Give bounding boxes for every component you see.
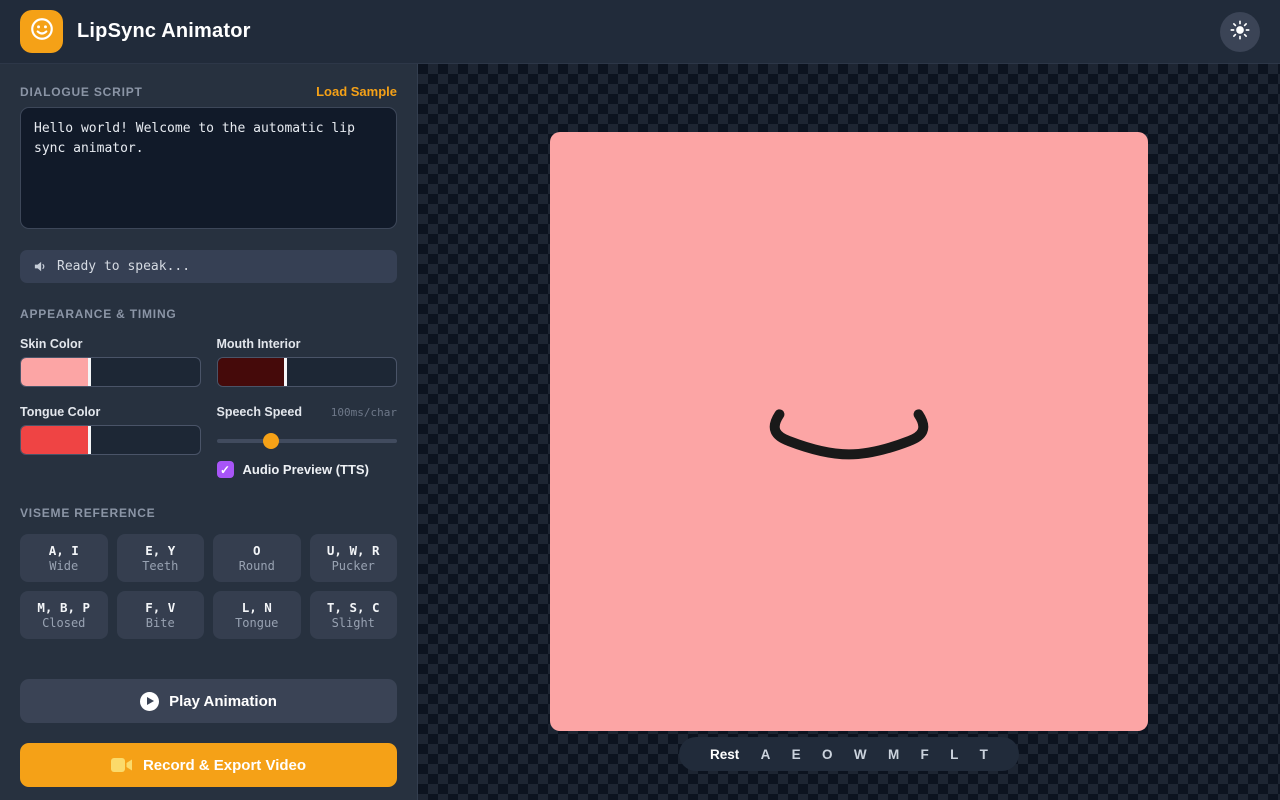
viseme-keys: L, N <box>242 600 272 615</box>
viseme-reference-grid: A, I Wide E, Y Teeth O Round U, W, R Puc… <box>20 534 397 639</box>
audio-preview-label: Audio Preview (TTS) <box>243 462 369 477</box>
face-canvas <box>550 132 1148 731</box>
speech-status-text: Ready to speak... <box>57 259 190 274</box>
skin-color-label: Skin Color <box>20 337 201 351</box>
speaker-icon <box>33 259 48 274</box>
audio-preview-toggle[interactable]: ✓ Audio Preview (TTS) <box>217 461 398 478</box>
mouth-interior-field: Mouth Interior <box>217 337 398 387</box>
swatch-divider <box>88 426 91 454</box>
viseme-name: Tongue <box>235 616 278 630</box>
theme-toggle-button[interactable] <box>1220 12 1260 52</box>
viseme-card-pucker[interactable]: U, W, R Pucker <box>310 534 398 582</box>
speech-status-bar: Ready to speak... <box>20 250 397 283</box>
appearance-section-title: APPEARANCE & TIMING <box>20 307 177 321</box>
app-header: LipSync Animator <box>0 0 1280 64</box>
skin-color-input[interactable] <box>20 357 201 387</box>
dialogue-section-title: DIALOGUE SCRIPT <box>20 85 143 99</box>
skin-color-field: Skin Color <box>20 337 201 387</box>
play-button-label: Play Animation <box>169 693 277 710</box>
speech-speed-field: Speech Speed 100ms/char ✓ Audio Preview … <box>217 405 398 478</box>
viseme-keys: M, B, P <box>37 600 90 615</box>
viseme-section-title: VISEME REFERENCE <box>20 506 156 520</box>
skin-color-swatch <box>21 358 88 386</box>
load-sample-button[interactable]: Load Sample <box>316 84 397 99</box>
mouth-rest-shape <box>763 401 935 462</box>
viseme-bar-item-l[interactable]: L <box>950 747 958 762</box>
mouth-interior-input[interactable] <box>217 357 398 387</box>
video-camera-icon <box>111 757 133 773</box>
viseme-name: Closed <box>42 616 85 630</box>
viseme-card-bite[interactable]: F, V Bite <box>117 591 205 639</box>
animation-stage: Rest A E O W M F L T <box>418 64 1280 800</box>
record-export-button[interactable]: Record & Export Video <box>20 743 397 787</box>
viseme-name: Slight <box>332 616 375 630</box>
tongue-color-label: Tongue Color <box>20 405 201 419</box>
swatch-divider <box>284 358 287 386</box>
viseme-card-tongue[interactable]: L, N Tongue <box>213 591 301 639</box>
record-button-label: Record & Export Video <box>143 757 306 774</box>
app-logo <box>20 10 63 53</box>
play-icon <box>140 692 159 711</box>
slider-track <box>217 439 398 443</box>
viseme-name: Bite <box>146 616 175 630</box>
viseme-bar-item-rest[interactable]: Rest <box>710 747 739 762</box>
viseme-bar-item-e[interactable]: E <box>792 747 801 762</box>
tongue-color-input[interactable] <box>20 425 201 455</box>
viseme-keys: U, W, R <box>327 543 380 558</box>
sidebar: DIALOGUE SCRIPT Load Sample Hello world!… <box>0 64 418 800</box>
slider-thumb[interactable] <box>263 433 279 449</box>
viseme-bar-item-f[interactable]: F <box>921 747 929 762</box>
viseme-card-closed[interactable]: M, B, P Closed <box>20 591 108 639</box>
tongue-color-swatch <box>21 426 88 454</box>
mouth-interior-swatch <box>218 358 285 386</box>
viseme-name: Pucker <box>332 559 375 573</box>
viseme-bar-item-t[interactable]: T <box>980 747 988 762</box>
play-animation-button[interactable]: Play Animation <box>20 679 397 723</box>
viseme-name: Round <box>239 559 275 573</box>
viseme-keys: A, I <box>49 543 79 558</box>
mouth-interior-label: Mouth Interior <box>217 337 398 351</box>
viseme-card-teeth[interactable]: E, Y Teeth <box>117 534 205 582</box>
smiley-icon <box>29 16 55 47</box>
dialogue-script-input[interactable]: Hello world! Welcome to the automatic li… <box>20 107 397 229</box>
speech-speed-slider[interactable] <box>217 433 398 449</box>
viseme-name: Teeth <box>142 559 178 573</box>
viseme-bar-item-w[interactable]: W <box>854 747 867 762</box>
viseme-keys: O <box>253 543 261 558</box>
viseme-keys: T, S, C <box>327 600 380 615</box>
page-title: LipSync Animator <box>77 20 251 43</box>
viseme-bar-item-a[interactable]: A <box>761 747 771 762</box>
viseme-name: Wide <box>49 559 78 573</box>
tongue-color-field: Tongue Color <box>20 405 201 478</box>
speech-speed-label: Speech Speed <box>217 405 302 419</box>
viseme-card-round[interactable]: O Round <box>213 534 301 582</box>
swatch-divider <box>88 358 91 386</box>
viseme-bar-item-o[interactable]: O <box>822 747 833 762</box>
sun-icon <box>1229 19 1251 44</box>
viseme-bar-item-m[interactable]: M <box>888 747 899 762</box>
viseme-keys: E, Y <box>145 543 175 558</box>
viseme-keys: F, V <box>145 600 175 615</box>
speech-speed-value: 100ms/char <box>331 406 397 419</box>
checkbox-checked-icon[interactable]: ✓ <box>217 461 234 478</box>
viseme-card-wide[interactable]: A, I Wide <box>20 534 108 582</box>
viseme-preview-bar: Rest A E O W M F L T <box>679 737 1019 771</box>
viseme-card-slight[interactable]: T, S, C Slight <box>310 591 398 639</box>
